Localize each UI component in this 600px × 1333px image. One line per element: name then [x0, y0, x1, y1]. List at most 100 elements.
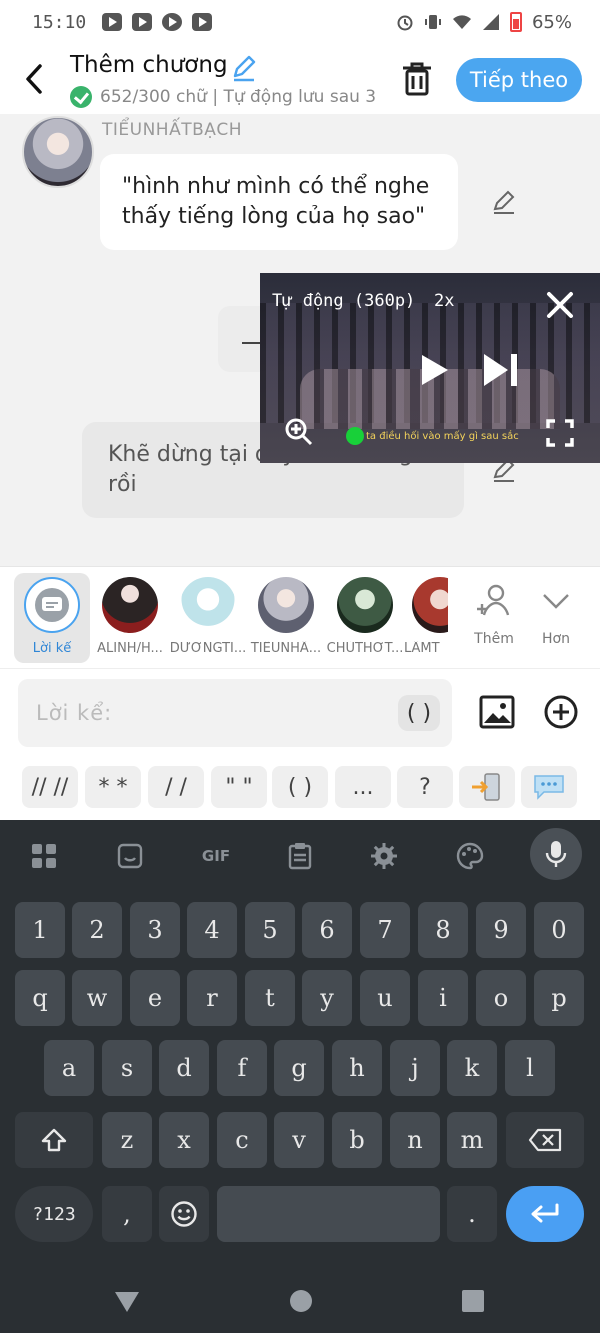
skip-next-icon[interactable]: [482, 351, 520, 389]
paren-button[interactable]: ( ): [398, 695, 440, 731]
apps-grid-icon[interactable]: [24, 836, 64, 876]
quick-symbol[interactable]: ( ): [272, 766, 328, 808]
symbols-key[interactable]: ?123: [15, 1186, 93, 1242]
palette-icon[interactable]: [450, 836, 490, 876]
back-arrow-icon[interactable]: [22, 62, 50, 96]
period-key[interactable]: .: [447, 1186, 497, 1242]
key-w[interactable]: w: [72, 970, 122, 1026]
play-icon[interactable]: [420, 353, 450, 387]
gear-icon[interactable]: [364, 836, 404, 876]
add-character-button[interactable]: Thêm: [464, 581, 524, 647]
zoom-in-icon[interactable]: [284, 417, 314, 447]
key-x[interactable]: x: [159, 1112, 209, 1168]
key-n[interactable]: n: [390, 1112, 440, 1168]
emoji-key[interactable]: [159, 1186, 209, 1242]
key-9[interactable]: 9: [476, 902, 526, 958]
video-quality[interactable]: Tự động (360p): [272, 291, 415, 311]
key-7[interactable]: 7: [360, 902, 410, 958]
character-label: TIỂUNHẤ...: [250, 641, 322, 656]
key-5[interactable]: 5: [245, 902, 295, 958]
more-button[interactable]: Hơn: [526, 581, 586, 647]
key-s[interactable]: s: [102, 1040, 152, 1096]
next-button[interactable]: Tiếp theo: [456, 58, 582, 102]
character-item[interactable]: DƯƠNGTI...: [168, 573, 248, 663]
key-3[interactable]: 3: [130, 902, 180, 958]
key-2[interactable]: 2: [72, 902, 122, 958]
key-l[interactable]: l: [505, 1040, 555, 1096]
quick-symbol[interactable]: " ": [211, 766, 267, 808]
backspace-key[interactable]: [506, 1112, 584, 1168]
comma-key[interactable]: ,: [102, 1186, 152, 1242]
status-bar: 15:10 65%: [0, 0, 600, 44]
vibrate-icon: [424, 15, 441, 29]
status-time: 15:10: [32, 11, 87, 33]
key-c[interactable]: c: [217, 1112, 267, 1168]
key-e[interactable]: e: [130, 970, 180, 1026]
key-r[interactable]: r: [187, 970, 237, 1026]
video-player[interactable]: Tự động (360p) 2x ta điều hối vào mấy gì…: [260, 273, 600, 463]
quick-symbol[interactable]: / /: [148, 766, 204, 808]
character-item[interactable]: CHỦTHỚT...: [325, 573, 405, 663]
nav-back-icon[interactable]: [112, 1286, 142, 1316]
message-input[interactable]: [18, 679, 452, 747]
character-item[interactable]: TIỂUNHẤ...: [246, 573, 326, 663]
character-item[interactable]: LÂMT: [404, 573, 448, 663]
phone-transfer-icon: [472, 773, 500, 801]
edit-message-icon[interactable]: [490, 188, 518, 216]
key-8[interactable]: 8: [418, 902, 468, 958]
key-f[interactable]: f: [217, 1040, 267, 1096]
trash-icon[interactable]: [400, 60, 434, 98]
character-narrator[interactable]: Lời kể: [14, 573, 90, 663]
key-o[interactable]: o: [476, 970, 526, 1026]
avatar: [102, 577, 158, 633]
clipboard-icon[interactable]: [280, 836, 320, 876]
message-bubble[interactable]: "hình như mình có thể nghe thấy tiếng lò…: [100, 154, 458, 250]
nav-recents-icon[interactable]: [458, 1286, 488, 1316]
key-a[interactable]: a: [44, 1040, 94, 1096]
speech-bubble-icon: [534, 775, 564, 800]
key-6[interactable]: 6: [302, 902, 352, 958]
key-h[interactable]: h: [332, 1040, 382, 1096]
chat-bubble-icon[interactable]: [521, 766, 577, 808]
key-d[interactable]: d: [159, 1040, 209, 1096]
add-circle-icon[interactable]: [542, 693, 580, 731]
key-4[interactable]: 4: [187, 902, 237, 958]
character-item[interactable]: ALINH/H...: [90, 573, 170, 663]
key-y[interactable]: y: [302, 970, 352, 1026]
key-g[interactable]: g: [274, 1040, 324, 1096]
quick-symbol[interactable]: // //: [22, 766, 78, 808]
key-q[interactable]: q: [15, 970, 65, 1026]
edit-title-icon[interactable]: [230, 54, 258, 82]
quick-symbol[interactable]: ...: [335, 766, 391, 808]
key-p[interactable]: p: [534, 970, 584, 1026]
app-icon: [162, 13, 183, 31]
shift-key[interactable]: [15, 1112, 93, 1168]
key-v[interactable]: v: [274, 1112, 324, 1168]
key-t[interactable]: t: [245, 970, 295, 1026]
transfer-icon[interactable]: [459, 766, 515, 808]
image-icon[interactable]: [478, 693, 516, 731]
character-label: CHỦTHỚT...: [326, 641, 404, 656]
enter-key[interactable]: [506, 1186, 584, 1242]
key-b[interactable]: b: [332, 1112, 382, 1168]
key-1[interactable]: 1: [15, 902, 65, 958]
key-0[interactable]: 0: [534, 902, 584, 958]
key-z[interactable]: z: [102, 1112, 152, 1168]
key-j[interactable]: j: [390, 1040, 440, 1096]
video-speed[interactable]: 2x: [434, 291, 454, 311]
gif-button[interactable]: GIF: [194, 836, 238, 876]
avatar[interactable]: [22, 116, 94, 188]
key-m[interactable]: m: [447, 1112, 497, 1168]
sticker-icon[interactable]: [110, 836, 150, 876]
quick-symbol[interactable]: * *: [85, 766, 141, 808]
fullscreen-icon[interactable]: [546, 419, 574, 447]
close-icon[interactable]: [544, 289, 576, 321]
nav-home-icon[interactable]: [286, 1286, 316, 1316]
space-key[interactable]: [217, 1186, 440, 1242]
key-i[interactable]: i: [418, 970, 468, 1026]
microphone-icon[interactable]: [530, 828, 582, 880]
progress-handle[interactable]: [346, 427, 364, 445]
quick-symbol[interactable]: ?: [397, 766, 453, 808]
key-k[interactable]: k: [447, 1040, 497, 1096]
key-u[interactable]: u: [360, 970, 410, 1026]
